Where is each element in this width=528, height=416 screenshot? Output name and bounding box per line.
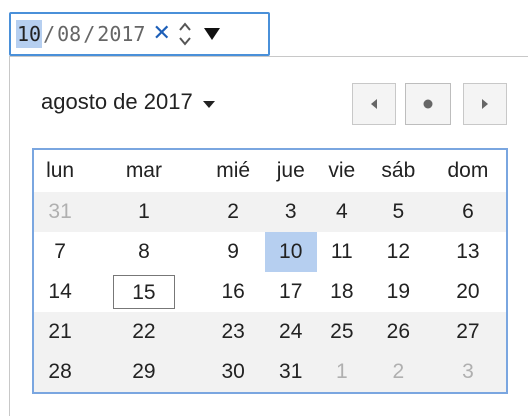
month-segment[interactable]: 08 [56, 20, 82, 48]
day-cell[interactable]: 30 [201, 352, 265, 392]
day-cell[interactable]: 12 [367, 232, 430, 272]
day-cell[interactable]: 14 [34, 272, 86, 312]
weekday-header: vie [328, 159, 356, 182]
day-segment[interactable]: 10 [16, 20, 43, 48]
chevron-left-icon [371, 99, 377, 109]
day-cell[interactable]: 17 [265, 272, 317, 312]
day-cell[interactable]: 2 [366, 352, 430, 392]
day-cell[interactable]: 6 [429, 192, 506, 232]
chevron-right-icon [482, 99, 488, 109]
weekday-header: jue [276, 159, 305, 182]
next-month-button[interactable] [463, 83, 507, 125]
today-button[interactable] [405, 83, 451, 125]
day-cell[interactable]: 13 [430, 232, 506, 272]
day-cell[interactable]: 1 [316, 352, 367, 392]
day-cell[interactable]: 16 [202, 272, 265, 312]
day-cell[interactable]: 21 [34, 312, 87, 352]
month-year-selector[interactable]: agosto de 2017 [41, 89, 215, 115]
day-cell[interactable]: 7 [34, 232, 86, 272]
close-icon[interactable]: ✕ [152, 23, 170, 45]
date-separator: / [43, 22, 56, 46]
day-cell[interactable]: 27 [429, 312, 506, 352]
date-input[interactable]: 10 / 08 / 2017 ✕ [9, 12, 270, 56]
weekday-header: mié [216, 159, 251, 182]
day-cell[interactable]: 24 [264, 312, 317, 352]
year-segment[interactable]: 2017 [96, 20, 146, 48]
day-cell[interactable]: 5 [366, 192, 430, 232]
week-row: 28 29 30 31 1 2 3 [34, 352, 506, 392]
day-cell[interactable]: 20 [430, 272, 506, 312]
weekday-header: lun [46, 159, 75, 182]
day-cell[interactable]: 3 [264, 192, 317, 232]
week-row: 14 15 16 17 18 19 20 [34, 272, 506, 312]
weekday-header: dom [447, 159, 489, 182]
week-row: 31 1 2 3 4 5 6 [34, 192, 506, 232]
day-cell[interactable]: 23 [201, 312, 265, 352]
day-cell[interactable]: 9 [202, 232, 265, 272]
day-cell[interactable]: 22 [86, 312, 202, 352]
day-cell[interactable]: 28 [34, 352, 87, 392]
day-cell[interactable]: 11 [317, 232, 367, 272]
week-row: 7 8 9 10 11 12 13 [34, 232, 506, 272]
day-cell[interactable]: 18 [317, 272, 367, 312]
week-row: 21 22 23 24 25 26 27 [34, 312, 506, 352]
day-cell[interactable]: 4 [316, 192, 367, 232]
today-day-cell[interactable]: 15 [86, 272, 201, 312]
date-separator: / [83, 22, 96, 46]
triangle-down-icon[interactable] [203, 22, 221, 46]
day-cell[interactable]: 26 [366, 312, 430, 352]
dot-icon [423, 99, 433, 109]
day-cell[interactable]: 2 [201, 192, 265, 232]
previous-month-button[interactable] [352, 83, 396, 125]
spinner-icon[interactable] [177, 19, 193, 49]
month-year-label: agosto de 2017 [41, 89, 193, 114]
day-cell[interactable]: 3 [429, 352, 506, 392]
day-cell[interactable]: 31 [34, 192, 87, 232]
day-cell[interactable]: 25 [316, 312, 367, 352]
caret-down-icon [202, 89, 215, 115]
weekday-header: mar [125, 159, 162, 182]
day-cell[interactable]: 8 [86, 232, 201, 272]
month-navigation [352, 83, 507, 125]
date-picker-popup: agosto de 2017 lun mar mié jue vie sáb dom 31 1… [9, 56, 528, 416]
day-cell[interactable]: 31 [264, 352, 317, 392]
day-cell[interactable]: 19 [367, 272, 430, 312]
day-cell[interactable]: 1 [86, 192, 202, 232]
day-cell[interactable]: 29 [86, 352, 202, 392]
weekday-header: sáb [381, 159, 416, 182]
weekday-header-row: lun mar mié jue vie sáb dom [34, 150, 506, 192]
selected-day-cell[interactable]: 10 [264, 232, 317, 272]
calendar-grid: lun mar mié jue vie sáb dom 31 1 2 3 4 5 6 7 8 9 10 11 12 1… [32, 148, 508, 394]
